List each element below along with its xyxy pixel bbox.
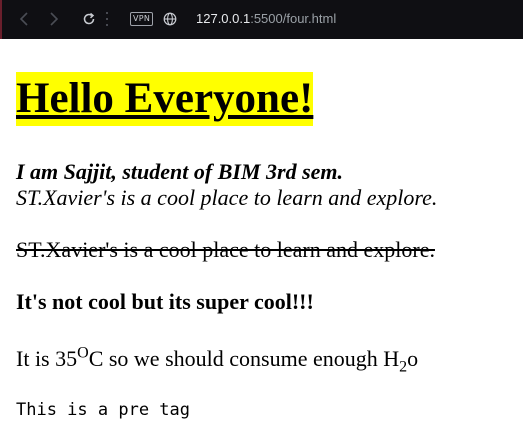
reload-icon[interactable] <box>81 10 97 28</box>
tagline-text: ST.Xavier's is a cool place to learn and… <box>16 185 438 210</box>
page-content: Hello Everyone! I am Sajjit, student of … <box>0 39 523 447</box>
arrow-right-icon[interactable] <box>46 10 62 28</box>
bold-statement: It's not cool but its super cool!!! <box>16 289 314 314</box>
temp-prefix: It is 35 <box>16 346 78 371</box>
temperature-line: It is 35OC so we should consume enough H… <box>16 344 419 376</box>
strikethrough-text: ST.Xavier's is a cool place to learn and… <box>16 237 435 262</box>
globe-icon[interactable] <box>163 11 177 26</box>
browser-toolbar: VPN 127.0.0.1:5500/four.html <box>0 0 523 39</box>
separator-icon <box>106 12 108 26</box>
temp-middle: C so we should consume enough H <box>88 346 400 371</box>
intro-text: I am Sajjit, student of BIM 3rd sem. <box>16 159 344 184</box>
url-path: :5500/four.html <box>250 11 337 26</box>
url-host: 127.0.0.1 <box>196 11 251 26</box>
vpn-button[interactable]: VPN <box>130 12 154 26</box>
temp-suffix: o <box>407 346 419 371</box>
address-bar[interactable]: 127.0.0.1:5500/four.html <box>196 11 336 27</box>
pre-block: This is a pre tag <box>16 400 190 420</box>
subscript-text: 2 <box>399 358 408 376</box>
superscript-text: O <box>77 344 89 362</box>
page-heading: Hello Everyone! <box>16 72 314 126</box>
arrow-left-icon[interactable] <box>16 10 32 28</box>
